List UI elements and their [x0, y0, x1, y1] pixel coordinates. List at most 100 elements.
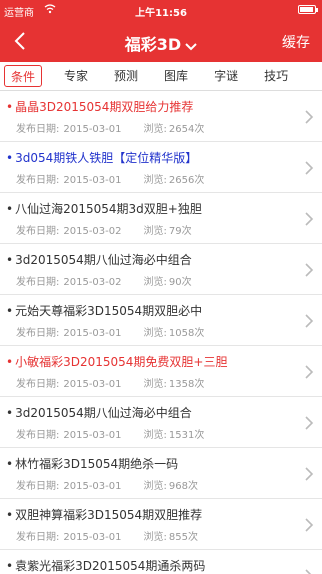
- tab-1[interactable]: 专家: [60, 65, 92, 87]
- nav-title[interactable]: 福彩3D: [0, 31, 322, 55]
- views-label: 浏览:: [143, 379, 167, 390]
- category-tabs: 条件 专家 预测 图库 字谜 技巧: [0, 62, 322, 91]
- article-meta: 发布日期: 2015-03-01 浏览: 1531次: [16, 426, 204, 441]
- article-title: • 八仙过海2015054期3d双胆+独胆: [6, 200, 292, 217]
- date-value: 2015-03-01: [63, 124, 122, 135]
- views-label: 浏览:: [143, 328, 167, 339]
- bullet-icon: •: [6, 100, 14, 114]
- tab-4[interactable]: 字谜: [210, 65, 242, 87]
- list-item[interactable]: • 林竹福彩3D15054期绝杀一码 发布日期: 2015-03-01 浏览: 968次: [0, 448, 322, 499]
- views-label: 浏览:: [143, 481, 167, 492]
- article-list: • 晶晶3D2015054期双胆给力推荐 发布日期: 2015-03-01 浏览: 265…: [0, 91, 322, 574]
- article-title-text: 林竹福彩3D15054期绝杀一码: [15, 457, 179, 471]
- date-label: 发布日期:: [16, 124, 60, 135]
- cache-button[interactable]: 缓存: [282, 32, 310, 52]
- list-item[interactable]: • 元始天尊福彩3D15054期双胆必中 发布日期: 2015-03-01 浏览: 105…: [0, 295, 322, 346]
- list-item[interactable]: • 晶晶3D2015054期双胆给力推荐 发布日期: 2015-03-01 浏览: 265…: [0, 91, 322, 142]
- list-item[interactable]: • 八仙过海2015054期3d双胆+独胆 发布日期: 2015-03-02 浏览: 79…: [0, 193, 322, 244]
- chevron-right-icon: [304, 364, 314, 379]
- article-title-text: 袁紫光福彩3D2015054期通杀两码: [15, 559, 206, 573]
- list-item[interactable]: • 3d054期铁人铁胆【定位精华版】 发布日期: 2015-03-01 浏览: 2656…: [0, 142, 322, 193]
- article-title: • 小敏福彩3D2015054期免费双胆+三胆: [6, 353, 292, 370]
- list-item[interactable]: • 3d2015054期八仙过海必中组合发布日期: 2015-03-01 浏览: 153…: [0, 397, 322, 448]
- article-meta: 发布日期: 2015-03-01 浏览: 1058次: [16, 324, 204, 339]
- nav-title-label: 福彩3D: [124, 35, 182, 54]
- article-title: • 袁紫光福彩3D2015054期通杀两码: [6, 557, 292, 574]
- article-meta: 发布日期: 2015-03-01 浏览: 1358次: [16, 375, 204, 390]
- date-label: 发布日期:: [16, 379, 60, 390]
- bullet-icon: •: [6, 508, 14, 522]
- chevron-right-icon: [304, 568, 314, 574]
- chevron-right-icon: [304, 517, 314, 532]
- article-title-text: 元始天尊福彩3D15054期双胆必中: [15, 304, 203, 318]
- list-item[interactable]: • 小敏福彩3D2015054期免费双胆+三胆 发布日期: 2015-03-01 浏览:…: [0, 346, 322, 397]
- views-value: 855次: [168, 532, 198, 543]
- bullet-icon: •: [6, 457, 14, 471]
- date-label: 发布日期:: [16, 175, 60, 186]
- date-label: 发布日期:: [16, 532, 60, 543]
- chevron-right-icon: [304, 211, 314, 226]
- chevron-down-icon: [185, 36, 197, 55]
- list-item[interactable]: • 袁紫光福彩3D2015054期通杀两码: [0, 550, 322, 574]
- tab-3[interactable]: 图库: [160, 65, 192, 87]
- article-title-text: 晶晶3D2015054期双胆给力推荐: [15, 100, 194, 114]
- chevron-right-icon: [304, 313, 314, 328]
- list-item[interactable]: • 双胆神算福彩3D15054期双胆推荐 发布日期: 2015-03-01 浏览: 855…: [0, 499, 322, 550]
- article-title-text: 双胆神算福彩3D15054期双胆推荐: [15, 508, 203, 522]
- status-bar: 运营商 上午11:56: [0, 0, 322, 20]
- nav-bar: 福彩3D 缓存: [0, 20, 322, 62]
- chevron-right-icon: [304, 415, 314, 430]
- bullet-icon: •: [6, 151, 14, 165]
- views-value: 1358次: [168, 379, 205, 390]
- article-title-text: 小敏福彩3D2015054期免费双胆+三胆: [15, 355, 228, 369]
- views-value: 1531次: [168, 430, 205, 441]
- article-title: • 晶晶3D2015054期双胆给力推荐: [6, 98, 292, 115]
- date-label: 发布日期:: [16, 328, 60, 339]
- views-value: 2654次: [168, 124, 205, 135]
- chevron-right-icon: [304, 160, 314, 175]
- article-meta: 发布日期: 2015-03-01 浏览: 968次: [16, 477, 198, 492]
- date-label: 发布日期:: [16, 430, 60, 441]
- bullet-icon: •: [6, 559, 14, 573]
- article-meta: 发布日期: 2015-03-02 浏览: 90次: [16, 273, 192, 288]
- date-value: 2015-03-01: [63, 532, 122, 543]
- article-title-text: 3d2015054期八仙过海必中组合: [15, 253, 192, 267]
- date-label: 发布日期:: [16, 277, 60, 288]
- date-value: 2015-03-01: [63, 481, 122, 492]
- status-time: 上午11:56: [135, 8, 187, 19]
- chevron-right-icon: [304, 109, 314, 124]
- battery-icon: [298, 5, 318, 14]
- views-value: 1058次: [168, 328, 205, 339]
- article-title-text: 3d054期铁人铁胆【定位精华版】: [15, 151, 198, 165]
- date-value: 2015-03-01: [63, 175, 122, 186]
- tab-0[interactable]: 条件: [4, 65, 43, 87]
- views-label: 浏览:: [143, 532, 167, 543]
- bullet-icon: •: [6, 355, 14, 369]
- bullet-icon: •: [6, 253, 14, 267]
- date-value: 2015-03-01: [63, 379, 122, 390]
- views-value: 968次: [168, 481, 198, 492]
- article-title: • 3d2015054期八仙过海必中组合: [6, 404, 292, 421]
- bullet-icon: •: [6, 304, 14, 318]
- article-title: • 3d2015054期八仙过海必中组合: [6, 251, 292, 268]
- article-meta: 发布日期: 2015-03-02 浏览: 79次: [16, 222, 192, 237]
- date-value: 2015-03-02: [63, 226, 122, 237]
- list-item[interactable]: • 3d2015054期八仙过海必中组合 发布日期: 2015-03-02 浏览: 90次: [0, 244, 322, 295]
- article-title-text: 3d2015054期八仙过海必中组合: [15, 406, 192, 420]
- views-label: 浏览:: [143, 277, 167, 288]
- views-value: 2656次: [168, 175, 205, 186]
- tab-5[interactable]: 技巧: [260, 65, 292, 87]
- article-title-text: 八仙过海2015054期3d双胆+独胆: [15, 202, 202, 216]
- article-title: • 林竹福彩3D15054期绝杀一码: [6, 455, 292, 472]
- date-value: 2015-03-01: [63, 328, 122, 339]
- bullet-icon: •: [6, 202, 14, 216]
- tab-2[interactable]: 预测: [110, 65, 142, 87]
- chevron-right-icon: [304, 466, 314, 481]
- views-value: 79次: [168, 226, 192, 237]
- views-label: 浏览:: [143, 430, 167, 441]
- article-meta: 发布日期: 2015-03-01 浏览: 2656次: [16, 171, 204, 186]
- article-title: • 双胆神算福彩3D15054期双胆推荐: [6, 506, 292, 523]
- article-meta: 发布日期: 2015-03-01 浏览: 2654次: [16, 120, 204, 135]
- views-label: 浏览:: [143, 226, 167, 237]
- date-label: 发布日期:: [16, 226, 60, 237]
